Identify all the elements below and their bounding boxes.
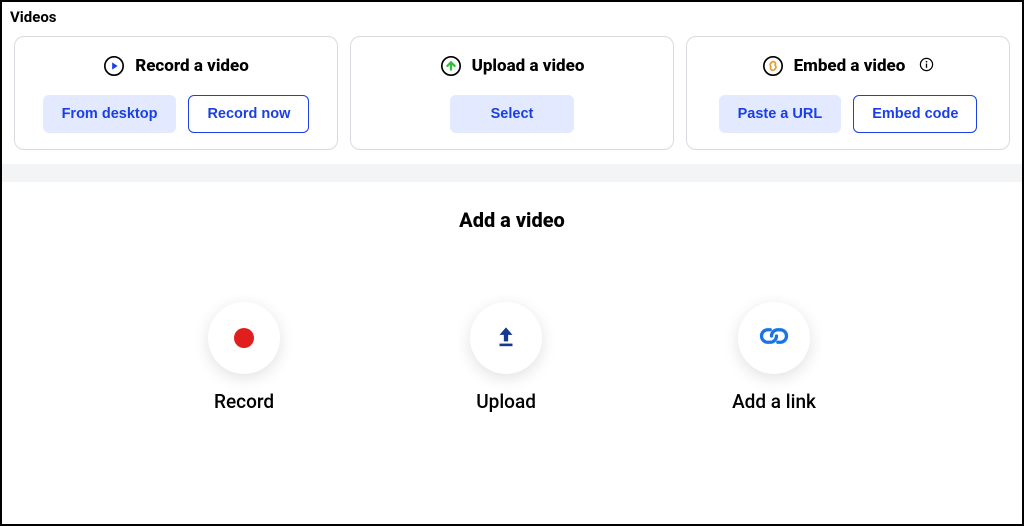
card-upload: Upload a video Select — [350, 36, 674, 150]
lower-panel: Add a video Record Upload — [2, 182, 1022, 524]
addlink-circle — [738, 302, 810, 374]
cards-row: Record a video From desktop Record now U… — [2, 28, 1022, 164]
card-upload-title: Upload a video — [472, 56, 585, 76]
info-icon[interactable] — [919, 57, 934, 76]
panel-title: Videos — [2, 2, 1022, 28]
paste-url-button[interactable]: Paste a URL — [719, 95, 842, 133]
option-record-label: Record — [214, 390, 274, 413]
option-addlink[interactable]: Add a link — [732, 302, 816, 413]
card-embed-header: Embed a video — [762, 55, 935, 77]
from-desktop-button[interactable]: From desktop — [43, 95, 177, 133]
record-dot-icon — [234, 328, 254, 348]
circle-row: Record Upload — [208, 302, 816, 413]
card-record-title: Record a video — [135, 56, 249, 76]
card-upload-buttons: Select — [450, 95, 575, 133]
play-circle-icon — [103, 55, 125, 77]
link-icon — [759, 321, 789, 355]
card-embed: Embed a video Paste a URL Embed code — [686, 36, 1010, 150]
select-button[interactable]: Select — [450, 95, 575, 133]
divider-strip — [2, 164, 1022, 182]
card-upload-header: Upload a video — [440, 55, 585, 77]
card-embed-buttons: Paste a URL Embed code — [719, 95, 978, 133]
embed-code-button[interactable]: Embed code — [853, 95, 977, 133]
upload-arrow-icon — [440, 55, 462, 77]
option-addlink-label: Add a link — [732, 390, 816, 413]
link-circle-icon — [762, 55, 784, 77]
option-upload-label: Upload — [476, 390, 536, 413]
card-record-header: Record a video — [103, 55, 249, 77]
option-record[interactable]: Record — [208, 302, 280, 413]
option-upload[interactable]: Upload — [470, 302, 542, 413]
lower-title: Add a video — [459, 208, 565, 232]
record-circle — [208, 302, 280, 374]
videos-frame: Videos Record a video From desktop Recor… — [0, 0, 1024, 526]
card-embed-title: Embed a video — [794, 56, 906, 76]
record-now-button[interactable]: Record now — [188, 95, 309, 133]
upload-circle — [470, 302, 542, 374]
upload-icon — [493, 323, 519, 353]
card-record-buttons: From desktop Record now — [43, 95, 310, 133]
card-record: Record a video From desktop Record now — [14, 36, 338, 150]
